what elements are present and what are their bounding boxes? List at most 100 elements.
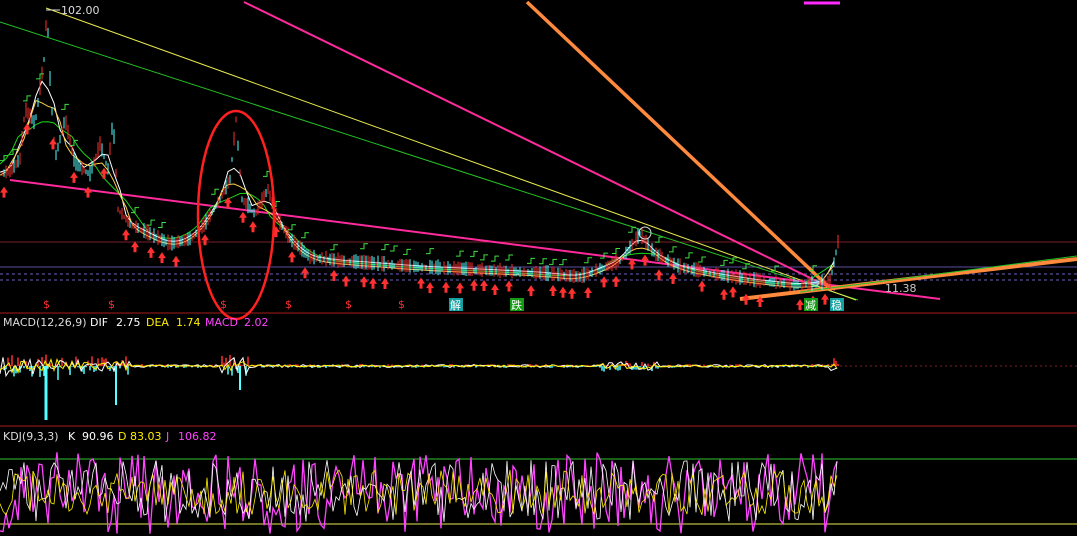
sell-mark — [655, 236, 663, 243]
macd-title: MACD(12,26,9) — [3, 316, 87, 329]
buy-arrow — [491, 283, 499, 295]
sell-mark — [549, 258, 557, 265]
buy-arrow — [698, 280, 706, 292]
buy-arrow — [584, 287, 592, 299]
kdj-k-name: K — [68, 430, 76, 443]
macd-dea-value: 1.74 — [176, 316, 201, 329]
kdj-series — [0, 452, 838, 534]
sell-mark — [720, 259, 728, 266]
buy-arrow — [600, 276, 608, 288]
sell-mark — [426, 248, 434, 255]
last-price-label: 11.38 — [885, 282, 917, 295]
buy-arrow — [568, 287, 576, 299]
signal-label-jie: 解 — [450, 298, 461, 312]
buy-arrow — [442, 281, 450, 293]
kdj-d-name: D — [118, 430, 126, 443]
buy-arrow — [330, 269, 338, 281]
buy-arrow — [158, 252, 166, 264]
sell-mark — [559, 259, 567, 266]
buy-arrow — [342, 275, 350, 287]
price-panel: 102.00 11.38 $ $ $ $ $ $ 解 跌 减 稳 — [0, 0, 1077, 321]
macd-panel: MACD(12,26,9) DIF 2.75 DEA 1.74 MACD 2.0… — [0, 316, 1077, 427]
sell-mark — [539, 258, 547, 265]
sell-mark — [360, 243, 368, 250]
sell-mark — [330, 244, 338, 251]
sell-mark — [480, 254, 488, 261]
buy-arrow — [720, 288, 728, 300]
sell-mark — [470, 250, 478, 257]
sell-mark — [456, 250, 464, 257]
buy-arrow — [505, 280, 513, 292]
buy-arrow — [249, 221, 257, 233]
buy-arrow — [224, 197, 232, 209]
sell-mark — [23, 95, 31, 102]
sell-mark — [158, 221, 166, 228]
buy-arrow — [821, 293, 829, 305]
buy-arrow — [70, 171, 78, 183]
kdj-j-line — [0, 452, 838, 534]
signal-label-dollar: $ — [108, 298, 115, 311]
macd-dea-name: DEA — [146, 316, 169, 329]
signal-label-jian: 减 — [805, 299, 816, 312]
buy-arrow — [360, 276, 368, 288]
sell-mark — [505, 254, 513, 261]
buy-arrow — [655, 269, 663, 281]
buy-arrow — [480, 280, 488, 292]
sell-mark — [527, 257, 535, 264]
sell-mark — [669, 246, 677, 253]
price-series — [1, 20, 839, 291]
buy-arrow — [147, 246, 155, 258]
signal-label-wen: 稳 — [831, 298, 842, 312]
buy-arrow — [49, 138, 57, 150]
buy-arrow — [381, 278, 389, 290]
kdj-j-value: 106.82 — [178, 430, 217, 443]
ma-short-line — [0, 80, 835, 285]
buy-arrow — [559, 286, 567, 298]
sell-mark — [685, 252, 693, 259]
buy-arrow — [470, 279, 478, 291]
stock-chart: 102.00 11.38 $ $ $ $ $ $ 解 跌 减 稳 MACD(12… — [0, 0, 1077, 536]
kdj-k-value: 90.96 — [82, 430, 114, 443]
buy-arrow — [669, 272, 677, 284]
signal-label-dollar: $ — [345, 298, 352, 311]
buy-arrow — [122, 229, 130, 241]
sell-mark — [288, 224, 296, 231]
macd-series — [0, 354, 839, 420]
macd-macd-name: MACD — [205, 316, 238, 329]
buy-arrow — [612, 275, 620, 287]
buy-arrow — [426, 282, 434, 294]
buy-arrow — [0, 186, 8, 198]
buy-arrow — [201, 234, 209, 246]
signal-label-die: 跌 — [511, 298, 522, 312]
signal-label-dollar: $ — [220, 298, 227, 311]
kdj-j-name: J — [165, 430, 169, 443]
sell-mark — [301, 232, 309, 239]
sell-mark — [61, 103, 69, 110]
orange-trend-line — [525, 0, 834, 292]
buy-arrow — [131, 241, 139, 253]
sell-mark — [211, 188, 219, 195]
moving-average-lines — [0, 80, 835, 288]
sell-mark — [390, 245, 398, 252]
high-price-label: 102.00 — [61, 4, 100, 17]
buy-arrow — [549, 284, 557, 296]
highlight-small-circle — [638, 226, 652, 240]
buy-arrow — [742, 293, 750, 305]
sell-mark — [403, 248, 411, 255]
buy-arrow — [239, 211, 247, 223]
buy-arrow — [796, 299, 804, 311]
buy-arrow — [301, 267, 309, 279]
sell-mark — [698, 256, 706, 263]
yellow-trend-line — [45, 7, 857, 301]
sell-mark — [491, 255, 499, 262]
macd-macd-value: 2.02 — [244, 316, 269, 329]
sell-mark — [584, 257, 592, 264]
signal-label-dollar: $ — [285, 298, 292, 311]
buy-arrow — [456, 282, 464, 294]
ma-long-line — [0, 121, 835, 285]
buy-arrow — [527, 285, 535, 297]
kdj-panel: KDJ(9,3,3) K 90.96 D 83.03 J 106.82 — [0, 430, 1077, 534]
kdj-title: KDJ(9,3,3) — [3, 430, 59, 443]
sell-mark — [612, 248, 620, 255]
buy-arrow — [84, 186, 92, 198]
